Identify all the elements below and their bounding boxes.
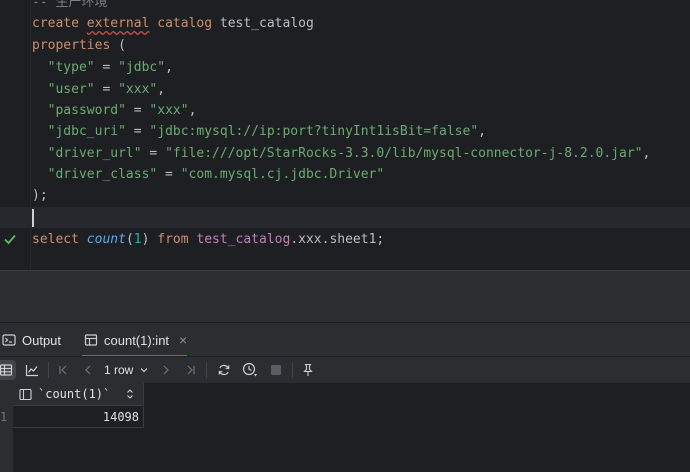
check-icon [4,234,16,245]
catalog-reference: test_catalog [196,232,291,247]
history-icon [242,362,257,377]
sql-editor[interactable]: -- 生产环境 create external catalog test_cat… [0,0,690,270]
property-value: "jdbc" [118,60,166,75]
property-key: "driver_class" [47,167,158,182]
property-sep: , [157,82,166,97]
code-line-select: select count(1) from test_catalog.xxx.sh… [32,232,385,247]
last-page-button[interactable] [180,360,200,380]
console-icon [2,334,16,346]
table-path: .xxx.sheet1; [290,232,385,247]
property-key: "jdbc_uri" [47,124,126,139]
refresh-button[interactable] [214,360,234,380]
property-sep: , [642,146,651,161]
property-line: "password" = "xxx", [47,103,197,118]
results-tab-bar: Output count(1):int × [0,322,690,357]
row-number-column [0,383,13,472]
tab-output[interactable]: Output [2,323,61,357]
history-button[interactable] [240,360,260,380]
catalog-name: test_catalog [219,16,314,31]
pin-icon [303,363,313,376]
property-sep: , [478,124,486,139]
current-line-highlight [0,207,690,228]
column-header[interactable]: `count(1)` [13,383,144,406]
open-paren: ( [118,38,126,53]
grid-view-button[interactable] [0,360,16,380]
editor-gutter [0,0,31,270]
property-key: "type" [47,60,95,75]
property-value: "file:///opt/StarRocks-3.3.0/lib/mysql-c… [165,146,643,161]
results-toolbar: 1 row [0,356,690,384]
code-line-closing: ); [32,188,48,203]
row-number: 1 [0,410,8,424]
row-count-select[interactable]: 1 row [104,360,149,380]
function-count: count [86,232,126,247]
row-count-label: 1 row [104,363,134,377]
keyword-from: from [157,232,189,247]
stop-icon [271,365,281,375]
keyword-create: create [32,16,79,31]
property-value: "jdbc:mysql://ip:port?tinyInt1isBit=fals… [149,124,479,139]
refresh-icon [218,364,230,376]
first-page-icon [59,365,67,375]
code-comment: -- 生产环境 [32,0,108,10]
keyword-select: select [32,232,79,247]
prev-page-icon [85,365,91,375]
keyword-external: external [86,16,150,31]
property-sep: , [188,103,197,118]
next-page-button[interactable] [156,360,176,380]
property-line: "type" = "jdbc", [47,60,173,75]
property-sep: , [165,60,173,75]
result-grid: `count(1)` 1 14098 [0,383,690,472]
property-line: "user" = "xxx", [47,82,166,97]
property-key: "user" [47,82,95,97]
toolbar-separator [292,362,293,378]
property-line: "driver_class" = "com.mysql.cj.jdbc.Driv… [47,167,385,182]
grid-view-icon [0,364,13,376]
pin-button[interactable] [298,360,318,380]
property-key: "driver_url" [47,146,142,161]
tab-output-label: Output [22,332,62,348]
prev-page-button[interactable] [78,360,98,380]
close-icon[interactable]: × [179,332,187,348]
column-icon [19,388,32,400]
chevron-down-icon [140,368,148,373]
table-icon [84,334,98,346]
column-header-label: `count(1)` [38,387,111,401]
sort-icon[interactable] [125,387,135,401]
code-line-properties: properties ( [32,35,126,56]
property-value: "xxx" [118,82,158,97]
property-key: "password" [47,103,126,118]
panel-splitter[interactable] [0,270,690,323]
tab-result[interactable]: count(1):int × [81,323,188,357]
property-value: "com.mysql.cj.jdbc.Driver" [180,167,385,182]
text-caret [32,209,34,227]
first-page-button[interactable] [54,360,74,380]
property-value: "xxx" [149,103,189,118]
chart-view-button[interactable] [22,360,42,380]
stop-button[interactable] [266,360,286,380]
number-literal: 1 [133,232,142,247]
tab-result-label: count(1):int [104,332,170,348]
toolbar-separator [206,362,207,378]
last-page-icon [187,365,195,375]
keyword-properties: properties [32,38,111,53]
property-line: "jdbc_uri" = "jdbc:mysql://ip:port?tinyI… [47,124,486,139]
toolbar-separator [48,362,49,378]
keyword-catalog: catalog [157,16,213,31]
chart-icon [25,365,38,377]
table-cell[interactable]: 14098 [13,407,144,428]
code-line-create: create external catalog test_catalog [32,13,314,34]
next-page-icon [163,365,169,375]
property-line: "driver_url" = "file:///opt/StarRocks-3.… [47,146,651,161]
